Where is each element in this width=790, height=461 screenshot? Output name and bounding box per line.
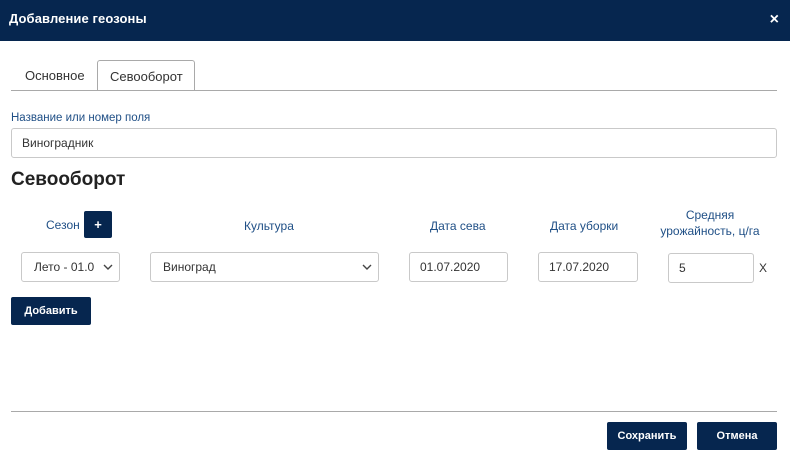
culture-select[interactable]: Виноград bbox=[150, 252, 379, 282]
harvest-date-input[interactable]: 17.07.2020 bbox=[538, 252, 638, 282]
dialog-header: Добавление геозоны × bbox=[0, 0, 790, 41]
add-row-button[interactable]: Добавить bbox=[11, 297, 91, 325]
chevron-down-icon bbox=[362, 264, 372, 270]
section-title: Севооборот bbox=[11, 169, 126, 190]
yield-header-line1: Средняя bbox=[685, 208, 735, 222]
close-icon[interactable]: × bbox=[770, 11, 779, 29]
culture-header: Культура bbox=[244, 219, 294, 233]
footer-divider bbox=[11, 411, 777, 412]
season-header: Сезон bbox=[46, 218, 80, 232]
cancel-button[interactable]: Отмена bbox=[697, 422, 777, 450]
chevron-down-icon bbox=[103, 264, 113, 270]
add-season-button[interactable]: + bbox=[84, 211, 112, 238]
harvest-date-header: Дата уборки bbox=[550, 219, 619, 233]
yield-header: Средняя урожайность, ц/га bbox=[655, 207, 765, 239]
yield-header-line2: урожайность, ц/га bbox=[660, 224, 760, 238]
season-select-value: Лето - 01.0 bbox=[34, 260, 95, 274]
yield-input[interactable]: 5 bbox=[668, 253, 754, 283]
season-select[interactable]: Лето - 01.0 bbox=[21, 252, 120, 282]
field-name-input[interactable]: Виноградник bbox=[11, 128, 777, 158]
save-button[interactable]: Сохранить bbox=[607, 422, 687, 450]
sowing-date-input[interactable]: 01.07.2020 bbox=[409, 252, 508, 282]
tabs-divider bbox=[11, 90, 777, 91]
dialog-title: Добавление геозоны bbox=[9, 11, 147, 26]
tab-crop-rotation[interactable]: Севооборот bbox=[97, 60, 195, 91]
tab-basic[interactable]: Основное bbox=[13, 60, 97, 91]
field-name-label: Название или номер поля bbox=[11, 112, 151, 124]
culture-select-value: Виноград bbox=[163, 260, 216, 274]
sowing-date-header: Дата сева bbox=[430, 219, 486, 233]
remove-row-button[interactable]: X bbox=[759, 261, 767, 275]
